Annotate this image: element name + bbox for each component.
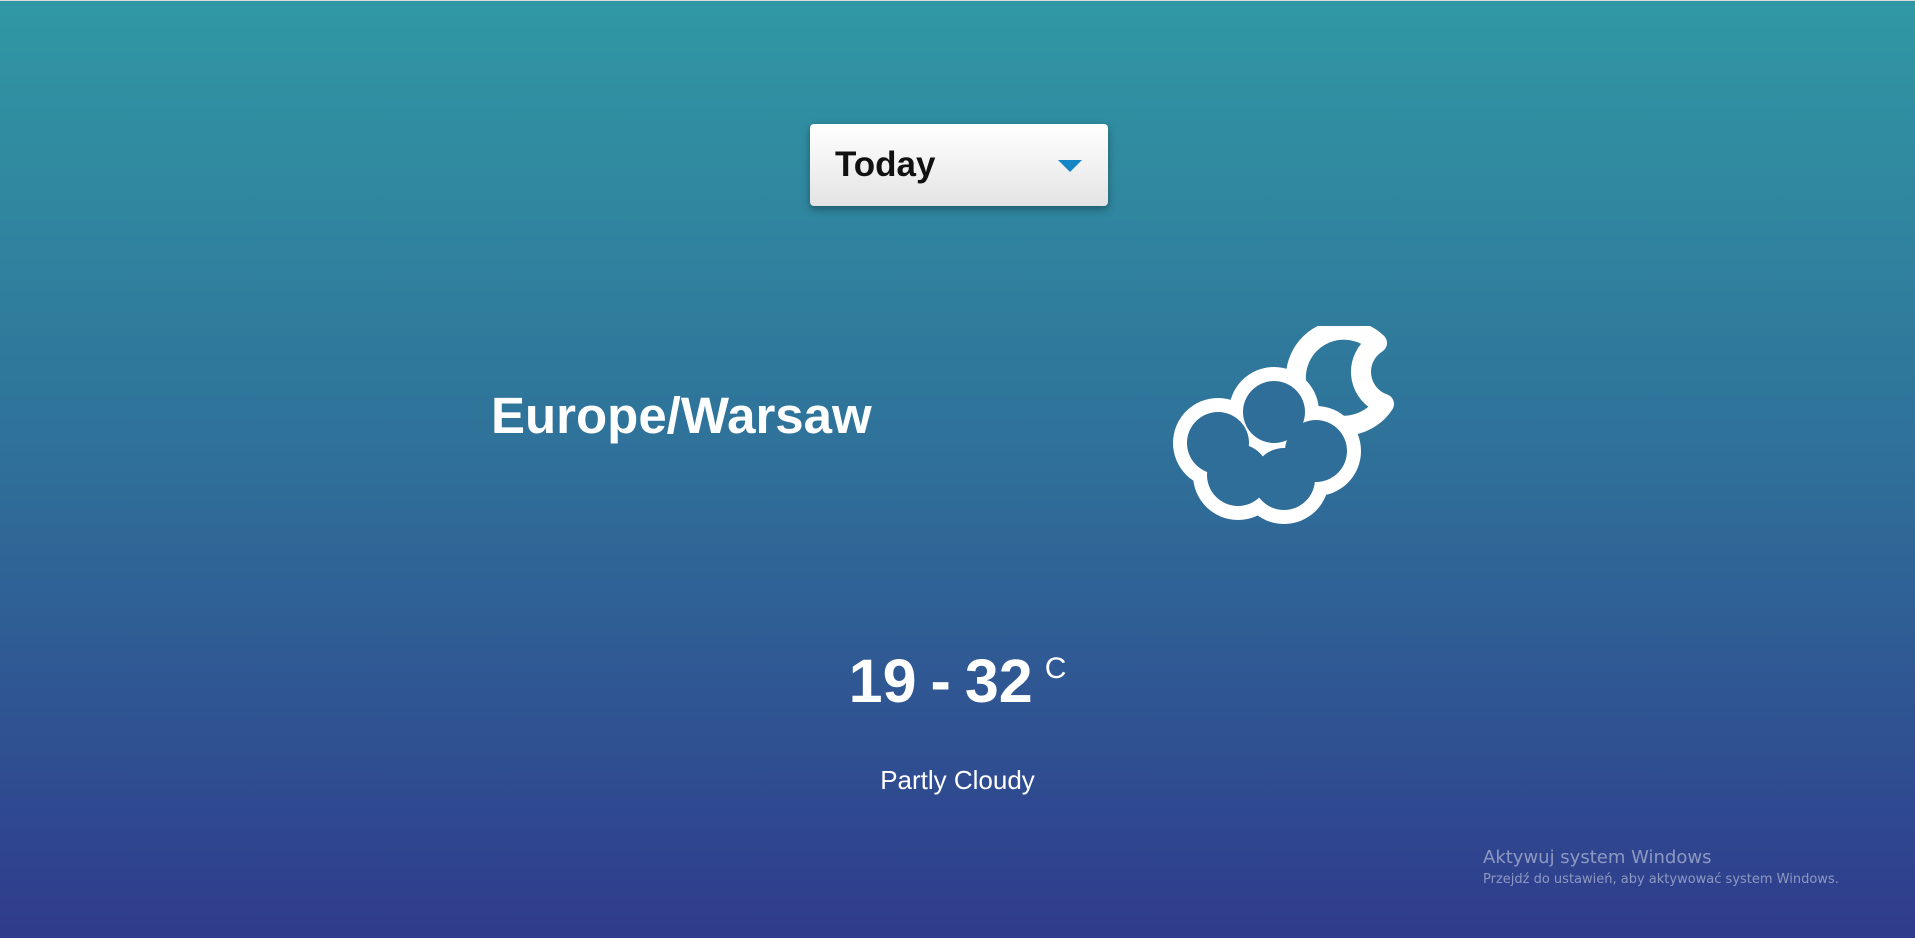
day-select-dropdown[interactable]: Today bbox=[810, 124, 1108, 206]
location-name: Europe/Warsaw bbox=[491, 387, 872, 444]
temperature-min: 19 bbox=[848, 647, 917, 715]
day-select-value: Today bbox=[835, 145, 936, 184]
temperature-max: 32 bbox=[964, 647, 1033, 715]
watermark-title: Aktywuj system Windows bbox=[1483, 847, 1712, 868]
windows-activation-watermark: Aktywuj system Windows Przejdź do ustawi… bbox=[1483, 846, 1839, 890]
watermark-subtitle: Przejdź do ustawień, aby aktywować syste… bbox=[1483, 872, 1839, 887]
temperature-range: 19-32 C bbox=[0, 646, 1915, 716]
temperature-unit: C bbox=[1044, 652, 1067, 685]
temperature-separator: - bbox=[930, 647, 951, 715]
weather-condition: Partly Cloudy bbox=[880, 765, 1035, 795]
chevron-down-icon bbox=[1058, 160, 1082, 172]
partly-cloudy-night-icon bbox=[1173, 326, 1394, 524]
